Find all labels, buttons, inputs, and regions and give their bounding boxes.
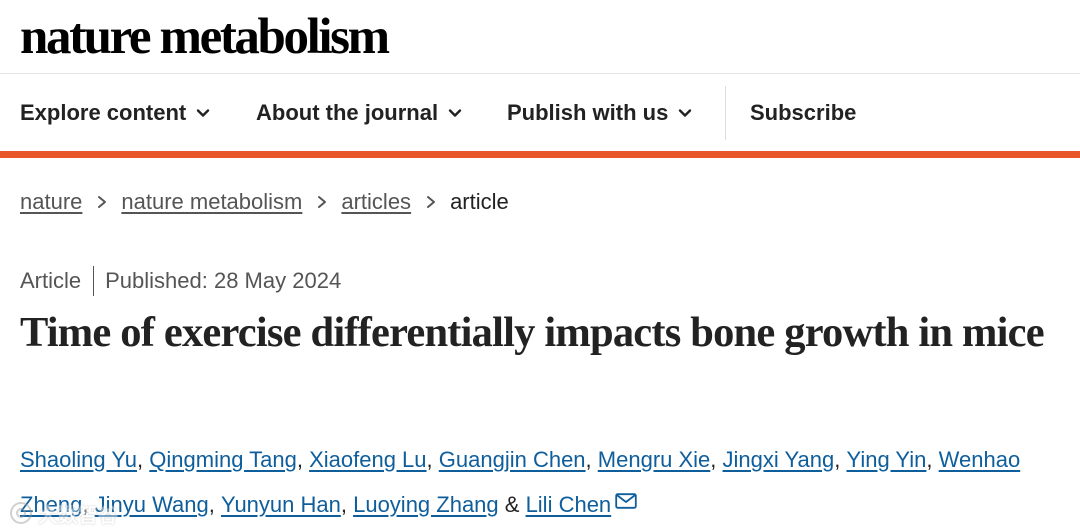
nav-explore-label: Explore content: [20, 100, 187, 125]
chevron-right-icon: [98, 196, 107, 208]
author-separator: ,: [208, 492, 221, 517]
author-item: Ying Yin,: [846, 447, 938, 472]
author-item: Qingming Tang,: [149, 447, 309, 472]
breadcrumb-current: article: [450, 189, 509, 214]
author-separator: ,: [137, 447, 150, 472]
author-item: Mengru Xie,: [598, 447, 723, 472]
breadcrumb-nature[interactable]: nature: [20, 189, 82, 215]
author-separator: &: [498, 492, 526, 517]
author-item: Guangjin Chen,: [439, 447, 598, 472]
meta-divider: [93, 266, 95, 296]
nav-subscribe[interactable]: Subscribe: [750, 86, 856, 140]
author-item: Luoying Zhang &: [353, 492, 525, 517]
nav-about-label: About the journal: [256, 100, 439, 125]
watermark: 大数智谷: [8, 500, 118, 527]
article-type: Article: [20, 268, 82, 293]
nav-about-journal[interactable]: About the journal: [256, 86, 462, 140]
accent-bar: [0, 151, 1080, 158]
author-item: Jingxi Yang,: [723, 447, 847, 472]
nav-subscribe-label: Subscribe: [750, 100, 857, 125]
author-item: Yunyun Han,: [221, 492, 353, 517]
author-link[interactable]: Jingxi Yang: [723, 447, 835, 472]
author-link[interactable]: Guangjin Chen: [439, 447, 586, 472]
journal-logo-text: nature metabolism: [20, 9, 390, 65]
breadcrumb: nature nature metabolism articles articl…: [20, 186, 509, 218]
chevron-down-icon: [197, 109, 210, 117]
email-icon[interactable]: [615, 493, 637, 509]
author-separator: ,: [340, 492, 354, 517]
author-item: Lili Chen: [526, 492, 638, 517]
author-separator: ,: [926, 447, 939, 472]
author-link[interactable]: Qingming Tang: [149, 447, 297, 472]
author-separator: ,: [834, 447, 847, 472]
author-list: Shaoling Yu, Qingming Tang, Xiaofeng Lu,…: [20, 437, 1072, 527]
author-link[interactable]: Shaoling Yu: [20, 447, 137, 472]
chevron-right-icon: [427, 196, 436, 208]
author-separator: ,: [710, 447, 723, 472]
watermark-logo-icon: [10, 502, 32, 524]
nav-publish-label: Publish with us: [507, 100, 669, 125]
main-nav: Explore content About the journal Publis…: [0, 86, 1080, 140]
breadcrumb-articles[interactable]: articles: [341, 189, 411, 215]
nav-publish-with-us[interactable]: Publish with us: [507, 86, 692, 140]
chevron-down-icon: [679, 109, 692, 117]
author-separator: ,: [426, 447, 439, 472]
journal-logo[interactable]: nature metabolism: [20, 6, 390, 68]
author-link[interactable]: Luoying Zhang: [353, 492, 499, 517]
author-separator: ,: [585, 447, 598, 472]
author-link[interactable]: Mengru Xie: [598, 447, 711, 472]
published-date: Published: 28 May 2024: [105, 268, 342, 293]
article-meta: Article Published: 28 May 2024: [20, 266, 341, 296]
author-link[interactable]: Ying Yin: [846, 447, 926, 472]
author-item: Xiaofeng Lu,: [309, 447, 439, 472]
author-separator: ,: [296, 447, 310, 472]
nav-divider: [725, 86, 726, 140]
author-link[interactable]: Yunyun Han: [221, 492, 341, 517]
author-link[interactable]: Xiaofeng Lu: [309, 447, 426, 472]
header-divider: [0, 73, 1080, 74]
author-item: Shaoling Yu,: [20, 447, 149, 472]
article-title: Time of exercise differentially impacts …: [20, 309, 1045, 356]
chevron-down-icon: [448, 109, 462, 117]
breadcrumb-journal[interactable]: nature metabolism: [121, 189, 302, 215]
chevron-right-icon: [318, 196, 327, 208]
author-link[interactable]: Lili Chen: [526, 492, 612, 517]
watermark-text: 大数智谷: [38, 504, 118, 527]
nav-explore-content[interactable]: Explore content: [20, 86, 210, 140]
